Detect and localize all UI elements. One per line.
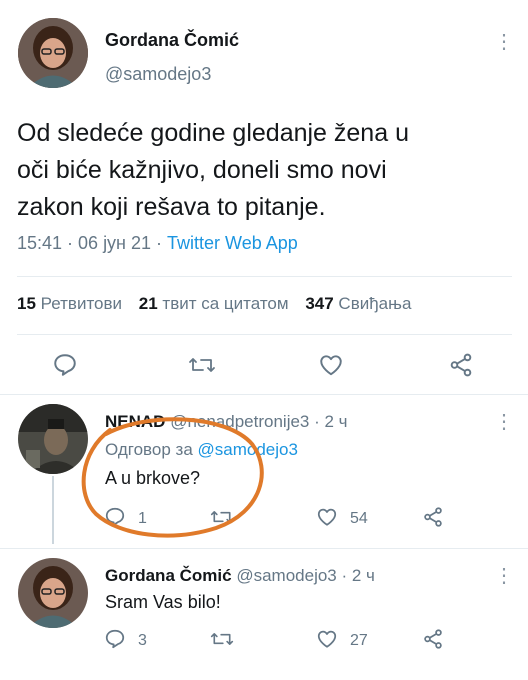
- reply-thread-line: [52, 476, 54, 544]
- tweet-text-line: oči biće kažnjivo, doneli smo novi: [17, 156, 387, 184]
- annotation-circle: [81, 417, 264, 538]
- more-options-icon[interactable]: ⋮: [494, 566, 514, 586]
- reply-text: Sram Vas bilo!: [105, 592, 221, 612]
- reply-count: 3: [138, 632, 147, 649]
- divider: [0, 394, 528, 395]
- tweet-timestamp[interactable]: 15:41 · 06 јун 21 ·: [17, 233, 167, 253]
- author-name[interactable]: Gordana Čomić: [105, 30, 239, 51]
- tweet-stats: 15 Ретвитови 21 твит са цитатом 347 Свиђ…: [17, 294, 411, 314]
- reply-avatar[interactable]: [18, 558, 88, 628]
- reply-icon[interactable]: [104, 628, 126, 650]
- more-options-icon[interactable]: ⋮: [494, 32, 514, 52]
- tweet-text-line: Od sledeće godine gledanje žena u: [17, 119, 409, 147]
- retweet-icon[interactable]: [210, 628, 234, 650]
- tweet-source[interactable]: Twitter Web App: [167, 233, 298, 253]
- share-icon[interactable]: [422, 628, 444, 650]
- retweets-label: Ретвитови: [40, 294, 123, 313]
- author-handle[interactable]: @samodejo3: [105, 64, 211, 85]
- likes-stat[interactable]: 347 Свиђања: [305, 294, 411, 313]
- reply-header: Gordana Čomić @samodejo3 · 2 ч: [105, 566, 375, 586]
- retweet-icon[interactable]: [188, 352, 216, 378]
- like-icon[interactable]: [316, 628, 338, 650]
- share-icon[interactable]: [448, 352, 474, 378]
- author-avatar[interactable]: [18, 18, 88, 88]
- divider: [17, 334, 512, 335]
- likes-label: Свиђања: [338, 294, 412, 313]
- like-icon[interactable]: [316, 506, 338, 528]
- likes-count: 347: [305, 294, 334, 313]
- quotes-stat[interactable]: 21 твит са цитатом: [139, 294, 294, 313]
- retweets-stat[interactable]: 15 Ретвитови: [17, 294, 127, 313]
- quotes-label: твит са цитатом: [162, 294, 289, 313]
- reply-icon[interactable]: [52, 352, 78, 378]
- like-count: 27: [350, 632, 368, 649]
- reply-author-name[interactable]: Gordana Čomić: [105, 566, 232, 585]
- tweet-text: Od sledeće godine gledanje žena u oči bi…: [17, 115, 517, 226]
- like-count: 54: [350, 510, 368, 527]
- more-options-icon[interactable]: ⋮: [494, 412, 514, 432]
- tweet-meta: 15:41 · 06 јун 21 · Twitter Web App: [17, 233, 298, 254]
- retweets-count: 15: [17, 294, 36, 313]
- like-icon[interactable]: [318, 352, 344, 378]
- reply-handle-time[interactable]: @samodejo3 · 2 ч: [236, 566, 375, 585]
- tweet-text-line: zakon koji rešava to pitanje.: [17, 193, 326, 221]
- quotes-count: 21: [138, 294, 158, 313]
- share-icon[interactable]: [422, 506, 444, 528]
- divider: [0, 548, 528, 549]
- divider: [17, 276, 512, 277]
